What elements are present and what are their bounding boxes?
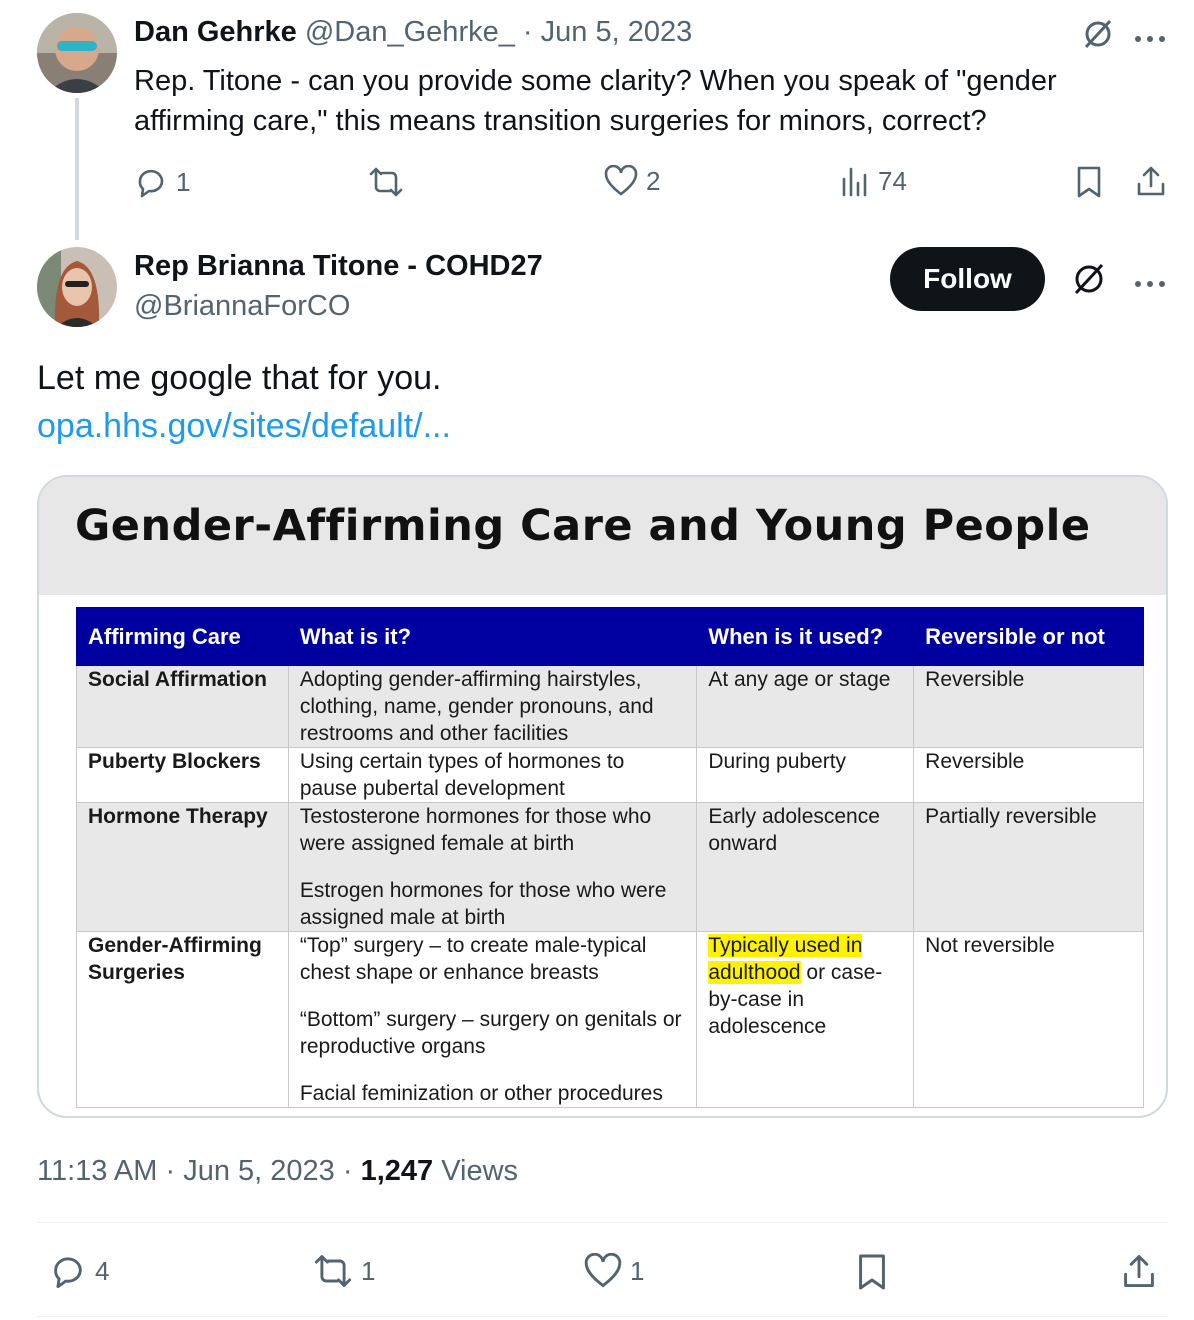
repost-icon — [314, 1255, 352, 1287]
reply-text-line2: affirming care," this means transition s… — [134, 105, 987, 137]
tweet-meta: 11:13 AM · Jun 5, 2023 · 1,247 Views — [37, 1155, 518, 1188]
bookmark-button-main[interactable] — [856, 1252, 888, 1297]
table-header: Affirming Care — [76, 607, 289, 666]
separator: · — [165, 1155, 176, 1187]
views-count: 74 — [878, 165, 907, 196]
table-cell: Early adolescence onward — [696, 802, 915, 932]
cell-paragraph: “Top” surgery – to create male-typical c… — [299, 934, 647, 984]
author-name[interactable]: Dan Gehrke — [134, 16, 297, 48]
grok-icon-main[interactable] — [1072, 262, 1106, 301]
reply-count: 1 — [176, 166, 191, 197]
follow-button[interactable]: Follow — [890, 247, 1045, 311]
grok-icon[interactable] — [1082, 18, 1114, 55]
tweet-time[interactable]: 11:13 AM — [37, 1155, 157, 1187]
main-tweet-text: Let me google that for you. — [37, 359, 442, 397]
author-handle[interactable]: @Dan_Gehrke_ — [305, 16, 515, 48]
main-author-handle[interactable]: @BriannaForCO — [134, 290, 350, 323]
share-icon — [1124, 1255, 1154, 1287]
separator: · — [522, 16, 533, 48]
table-row: Gender-Affirming Surgeries “Top” surgery… — [76, 931, 1144, 1108]
reply-button[interactable]: 1 — [134, 165, 190, 199]
table-header: When is it used? — [696, 607, 915, 666]
bookmark-icon — [859, 1254, 885, 1290]
views-label: Views — [441, 1155, 519, 1187]
views-button[interactable]: 74 — [840, 165, 907, 197]
bookmark-button[interactable] — [1075, 165, 1103, 204]
reply-header: Dan Gehrke @Dan_Gehrke_ · Jun 5, 2023 — [134, 16, 692, 49]
table-cell: Adopting gender-affirming hairstyles, cl… — [287, 665, 698, 748]
cell-paragraph: Testosterone hormones for those who were… — [299, 805, 652, 855]
heart-icon — [604, 165, 638, 196]
reply-count: 4 — [95, 1255, 110, 1286]
table-cell: At any age or stage — [696, 665, 915, 748]
repost-count: 1 — [361, 1255, 376, 1286]
repost-icon — [369, 167, 403, 197]
table-cell: Testosterone hormones for those who were… — [287, 802, 698, 932]
table-header-row: Affirming Care What is it? When is it us… — [76, 607, 1144, 666]
gender-affirming-care-table: Affirming Care What is it? When is it us… — [76, 607, 1144, 1108]
repost-button-main[interactable]: 1 — [313, 1252, 375, 1290]
cell-paragraph: Estrogen hormones for those who were ass… — [299, 879, 667, 929]
divider — [37, 1222, 1168, 1223]
table-cell: Hormone Therapy — [76, 802, 289, 932]
thread-line — [75, 98, 79, 240]
like-count: 2 — [646, 165, 661, 196]
table-row: Hormone Therapy Testosterone hormones fo… — [76, 802, 1144, 932]
table-cell: Gender-Affirming Surgeries — [76, 931, 289, 1108]
avatar-brianna-titone[interactable] — [37, 247, 117, 327]
table-header: Reversible or not — [913, 607, 1144, 666]
table-cell: Not reversible — [913, 931, 1144, 1108]
bookmark-icon — [1077, 166, 1101, 198]
image-title: Gender-Affirming Care and Young People — [75, 501, 1091, 551]
table-cell: Typically used in adulthood or case-by-c… — [696, 931, 915, 1108]
like-button-main[interactable]: 1 — [584, 1253, 644, 1289]
divider — [37, 1316, 1168, 1317]
reply-button-main[interactable]: 4 — [49, 1252, 109, 1290]
table-cell: Reversible — [913, 665, 1144, 748]
table-cell: “Top” surgery – to create male-typical c… — [287, 931, 698, 1108]
main-tweet-link[interactable]: opa.hhs.gov/sites/default/... — [37, 407, 451, 446]
more-options-icon-main[interactable] — [1134, 275, 1166, 293]
share-icon — [1137, 166, 1165, 196]
table-cell: Puberty Blockers — [76, 747, 289, 803]
table-row: Puberty Blockers Using certain types of … — [76, 747, 1144, 803]
table-header: What is it? — [287, 607, 698, 666]
views-icon — [842, 167, 867, 197]
comment-icon — [138, 169, 164, 198]
table-cell: Partially reversible — [913, 802, 1144, 932]
heart-icon — [584, 1253, 622, 1288]
table-cell: Reversible — [913, 747, 1144, 803]
attached-image[interactable]: Gender-Affirming Care and Young People A… — [37, 475, 1168, 1118]
reply-text: Rep. Titone - can you provide some clari… — [134, 61, 1154, 141]
share-button-main[interactable] — [1121, 1252, 1157, 1295]
separator: · — [342, 1155, 353, 1187]
tweet-date[interactable]: Jun 5, 2023 — [183, 1155, 335, 1187]
table-cell: During puberty — [696, 747, 915, 803]
avatar-dan-gehrke[interactable] — [37, 13, 117, 93]
table-cell: Social Affirmation — [76, 665, 289, 748]
repost-button[interactable] — [368, 165, 412, 199]
table-row: Social Affirmation Adopting gender-affir… — [76, 665, 1144, 748]
like-count: 1 — [630, 1255, 645, 1286]
comment-icon — [54, 1257, 82, 1289]
reply-text-line1: Rep. Titone - can you provide some clari… — [134, 65, 1057, 97]
image-title-band: Gender-Affirming Care and Young People — [39, 477, 1166, 595]
views-count: 1,247 — [360, 1155, 434, 1187]
cell-paragraph: Facial feminization or other procedures — [299, 1082, 663, 1105]
tweet-date[interactable]: Jun 5, 2023 — [541, 16, 693, 48]
share-button[interactable] — [1135, 164, 1167, 203]
main-author-name[interactable]: Rep Brianna Titone - COHD27 — [134, 250, 543, 283]
more-options-icon[interactable] — [1134, 30, 1166, 48]
table-cell: Using certain types of hormones to pause… — [287, 747, 698, 803]
like-button[interactable]: 2 — [604, 165, 660, 197]
cell-paragraph: “Bottom” surgery – surgery on genitals o… — [299, 1008, 682, 1058]
